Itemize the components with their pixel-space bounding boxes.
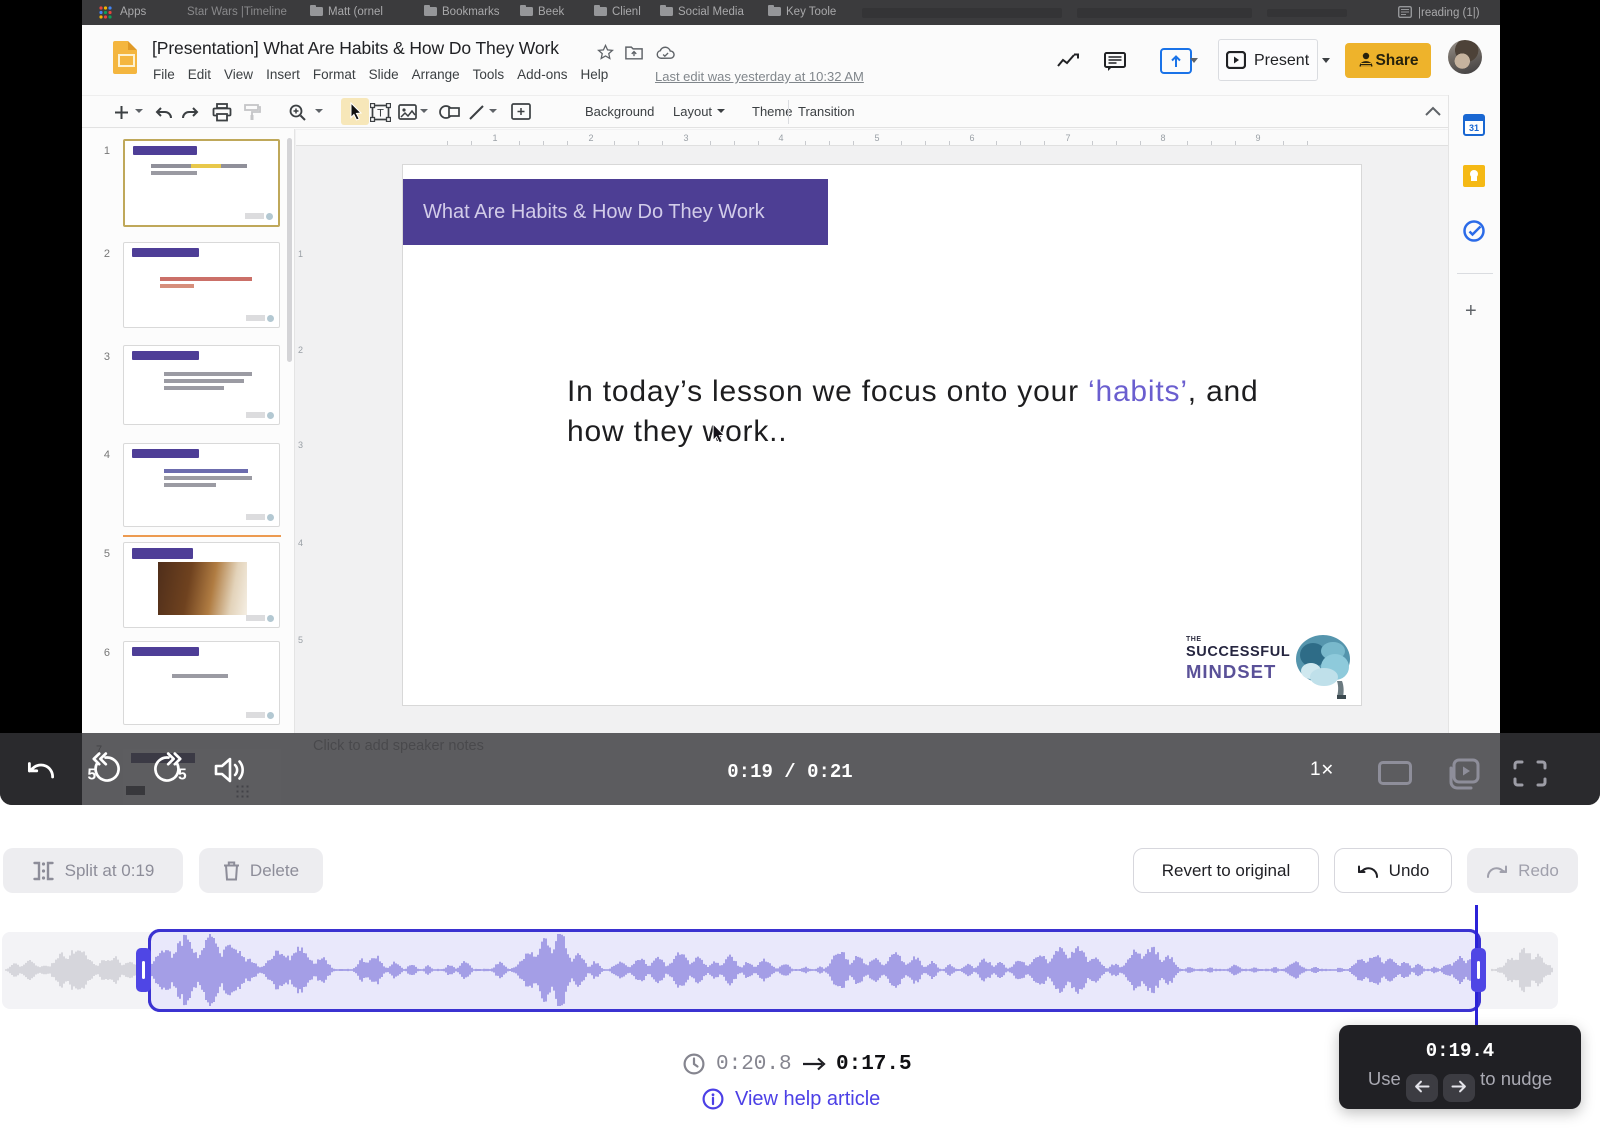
svg-text:8: 8 — [1160, 133, 1165, 143]
svg-text:7: 7 — [1065, 133, 1070, 143]
svg-text:4: 4 — [778, 133, 783, 143]
svg-text:T: T — [377, 108, 384, 120]
svg-text:3: 3 — [683, 133, 688, 143]
svg-text:31: 31 — [1469, 123, 1479, 133]
svg-text:5: 5 — [874, 133, 879, 143]
svg-text:1: 1 — [492, 133, 497, 143]
svg-text:6: 6 — [969, 133, 974, 143]
svg-text:9: 9 — [1255, 133, 1260, 143]
svg-text:2: 2 — [588, 133, 593, 143]
